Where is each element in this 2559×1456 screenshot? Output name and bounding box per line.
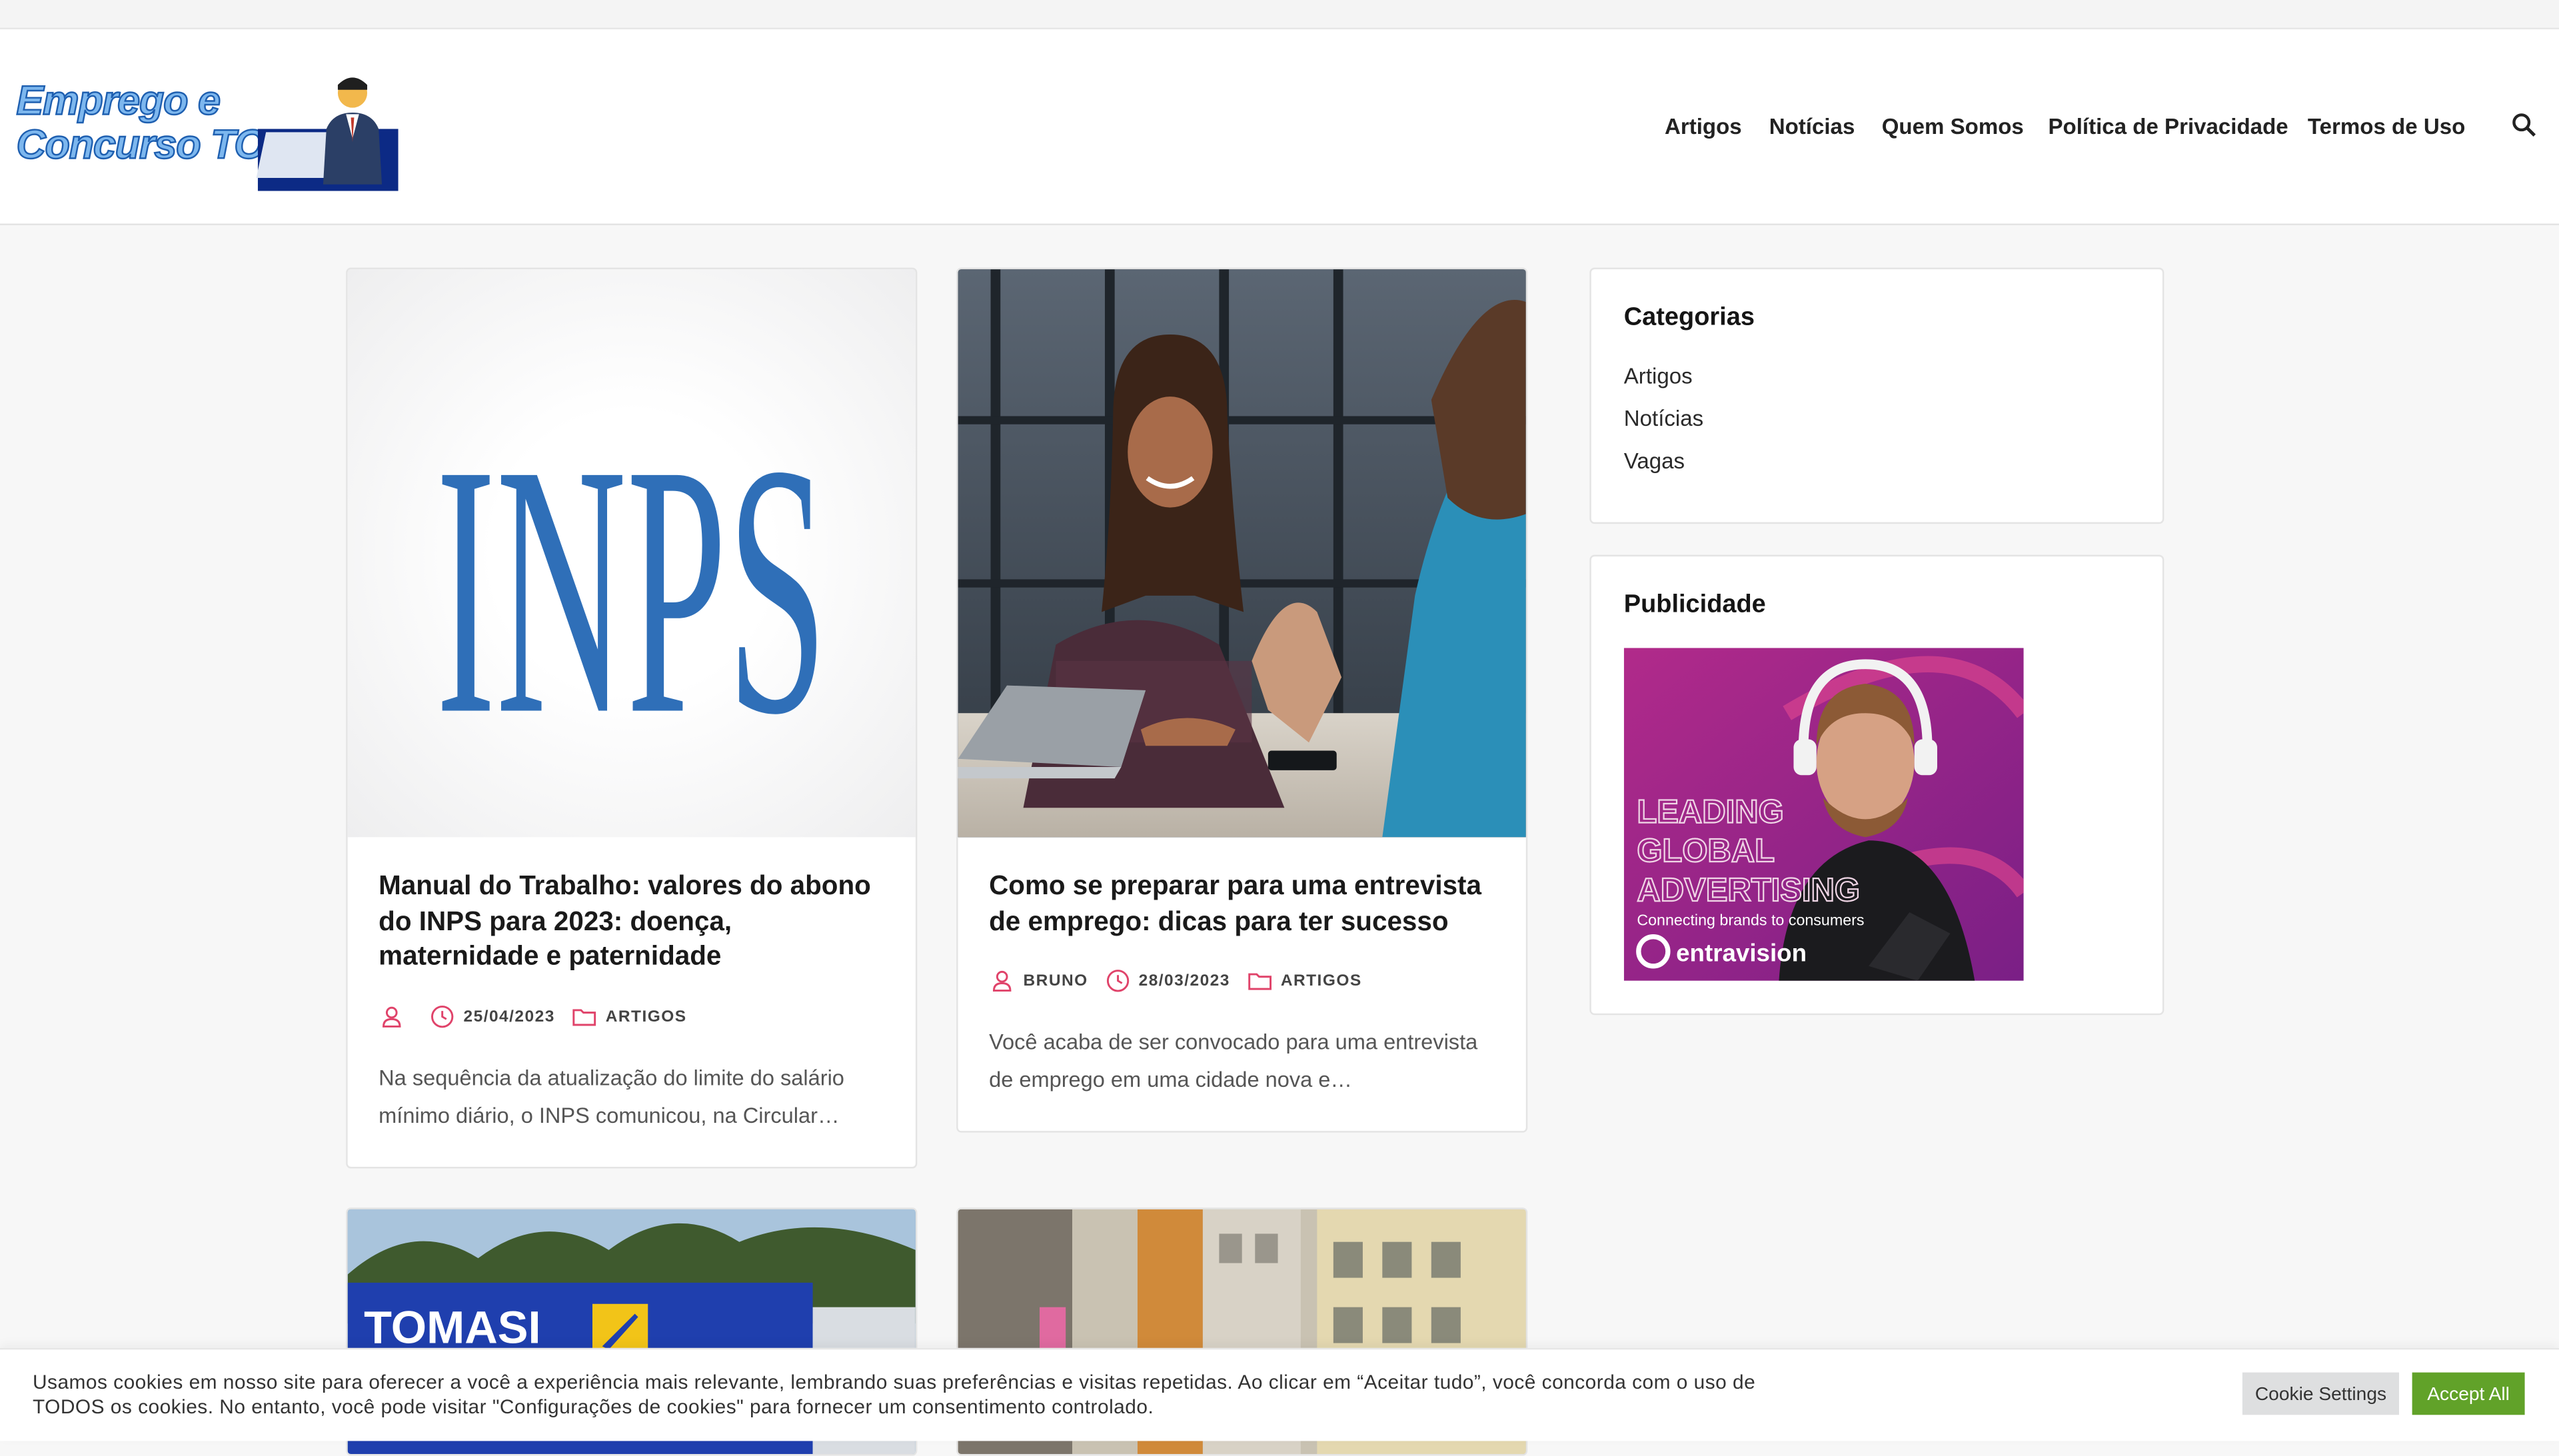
category-link-noticias[interactable]: Notícias xyxy=(1624,406,1703,431)
category-link-artigos[interactable]: Artigos xyxy=(1624,364,1693,388)
post-category-link[interactable]: ARTIGOS xyxy=(1281,972,1362,990)
post-title[interactable]: Manual do Trabalho: valores do abono do … xyxy=(379,870,888,975)
logo-text: Emprego e Concurso TOP xyxy=(15,78,293,169)
nav-item-artigos[interactable]: Artigos xyxy=(1665,114,1742,139)
cookie-settings-button[interactable]: Cookie Settings xyxy=(2242,1372,2400,1415)
clock-icon xyxy=(431,1006,454,1028)
categories-title: Categorias xyxy=(1623,303,1755,332)
inps-logo-text: INPS xyxy=(436,390,828,789)
folder-icon xyxy=(1248,973,1272,990)
post-date: 25/04/2023 xyxy=(429,1004,555,1030)
ad-line-3: ADVERTISING xyxy=(1637,872,1860,908)
post-card: Como se preparar para uma entrevista de … xyxy=(956,267,1528,1133)
ad-brand: entravision xyxy=(1676,939,1807,966)
category-link-vagas[interactable]: Vagas xyxy=(1624,448,1685,473)
publicidade-widget: Publicidade LEADING GLOBAL ADVERTISING C… xyxy=(1589,554,2164,1016)
logo-line-2: Concurso TOP xyxy=(15,122,293,169)
folder-icon xyxy=(572,1009,596,1026)
post-meta: 25/04/2023 ARTIGOS xyxy=(379,1004,703,1030)
post-category: ARTIGOS xyxy=(1246,968,1361,994)
ad-line-2: GLOBAL xyxy=(1637,833,1775,869)
page: Emprego e Concurso TOP Artigos Notícias … xyxy=(0,0,2559,1456)
logo-line-1: Emprego e xyxy=(15,78,221,125)
inps-logo-image: INPS xyxy=(436,390,828,789)
cookie-message: Usamos cookies em nosso site para oferec… xyxy=(32,1371,1756,1419)
post-author: BRUNO xyxy=(989,968,1088,994)
truck-brand-text: TOMASI xyxy=(364,1302,540,1353)
search-icon[interactable] xyxy=(2510,111,2540,141)
cookie-consent-bar: Usamos cookies em nosso site para oferec… xyxy=(0,1347,2559,1441)
ad-subline: Connecting brands to consumers xyxy=(1637,912,1864,929)
post-category: ARTIGOS xyxy=(571,1004,686,1030)
publicidade-title: Publicidade xyxy=(1623,590,1766,619)
accept-all-button[interactable]: Accept All xyxy=(2412,1372,2525,1415)
post-thumbnail[interactable] xyxy=(958,269,1526,838)
post-title[interactable]: Como se preparar para uma entrevista de … xyxy=(989,870,1498,940)
post-excerpt: Você acaba de ser convocado para uma ent… xyxy=(989,1030,1478,1092)
site-header: Emprego e Concurso TOP Artigos Notícias … xyxy=(0,29,2559,225)
post-card: INPS Manual do Trabalho: valores do abon… xyxy=(346,267,918,1169)
post-date: 28/03/2023 xyxy=(1104,968,1230,994)
post-meta: BRUNO 28/03/2023 ARTIGOS xyxy=(989,968,1378,994)
site-logo[interactable]: Emprego e Concurso TOP xyxy=(15,70,401,194)
nav-item-politica-de-privacidade[interactable]: Política de Privacidade xyxy=(2048,114,2288,139)
ad-line-1: LEADING xyxy=(1637,794,1783,830)
post-excerpt: Na sequência da atualização do limite do… xyxy=(379,1066,844,1128)
post-thumbnail[interactable]: INPS xyxy=(347,269,916,838)
user-icon xyxy=(992,970,1012,992)
logo-person-icon xyxy=(323,77,383,185)
post-date-value[interactable]: 28/03/2023 xyxy=(1139,972,1230,990)
post-date-value[interactable]: 25/04/2023 xyxy=(464,1008,555,1026)
interview-photo xyxy=(958,269,1526,838)
nav-item-quem-somos[interactable]: Quem Somos xyxy=(1882,114,2024,139)
ad-banner-image: LEADING GLOBAL ADVERTISING Connecting br… xyxy=(1623,648,2024,981)
nav-item-termos-de-uso[interactable]: Termos de Uso xyxy=(2308,114,2465,139)
top-strip xyxy=(0,0,2559,30)
user-icon xyxy=(383,1006,401,1028)
ad-banner[interactable]: LEADING GLOBAL ADVERTISING Connecting br… xyxy=(1623,648,2024,981)
categories-widget: Categorias Artigos Notícias Vagas xyxy=(1589,267,2164,524)
post-author xyxy=(379,1004,413,1030)
post-author-name[interactable]: BRUNO xyxy=(1024,972,1088,990)
clock-icon xyxy=(1106,970,1129,992)
nav-item-noticias[interactable]: Notícias xyxy=(1769,114,1855,139)
post-category-link[interactable]: ARTIGOS xyxy=(606,1008,687,1026)
